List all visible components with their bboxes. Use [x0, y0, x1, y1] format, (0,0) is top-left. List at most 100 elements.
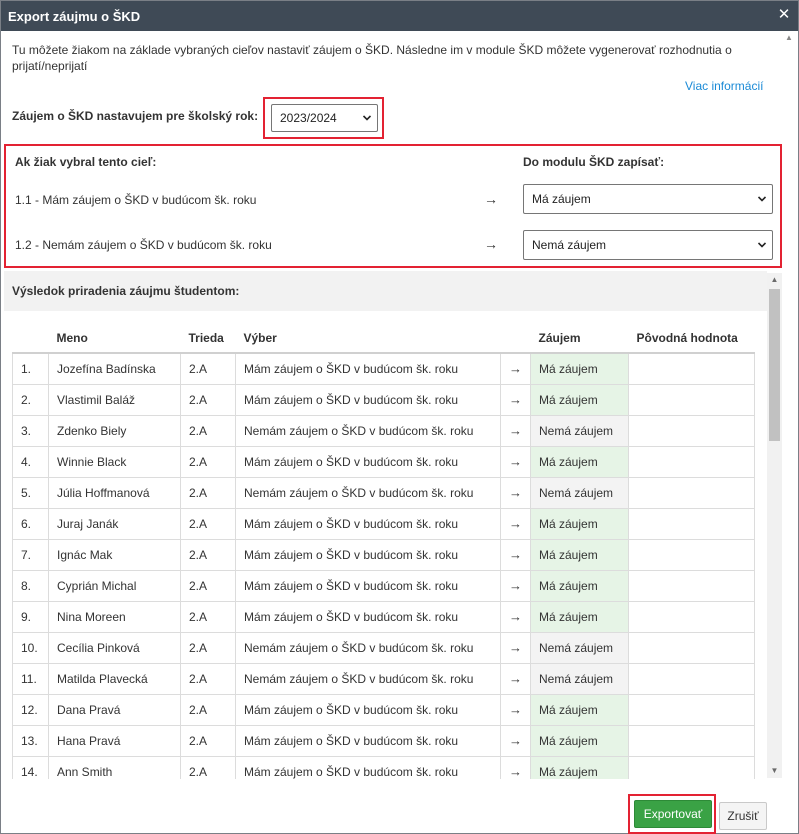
student-interest: Má záujem	[530, 353, 629, 385]
goal-target-value-2: Nemá záujem	[532, 238, 607, 252]
original-value	[628, 384, 755, 416]
student-interest: Má záujem	[530, 694, 629, 726]
student-class: 2.A	[180, 725, 236, 757]
arrow-right-icon: →	[500, 756, 531, 779]
student-class: 2.A	[180, 508, 236, 540]
col-original-header: Pôvodná hodnota	[628, 311, 755, 354]
student-choice: Mám záujem o ŠKD v budúcom šk. roku	[235, 353, 501, 385]
target-header: Do modulu ŠKD zapísať:	[523, 155, 665, 169]
row-number: 6.	[12, 508, 49, 540]
col-interest-header: Záujem	[530, 311, 629, 354]
table-row: 1. Jozefína Badínska 2.A Mám záujem o ŠKD v…	[12, 353, 755, 385]
student-name: Juraj Janák	[48, 508, 181, 540]
export-button[interactable]: Exportovať	[634, 800, 712, 828]
arrow-right-icon: →	[500, 353, 531, 385]
scrollbar-thumb[interactable]	[769, 289, 780, 441]
school-year-label: Záujem o ŠKD nastavujem pre školský rok:	[12, 109, 259, 123]
table-row: 3. Zdenko Biely 2.A Nemám záujem o ŠKD v bu…	[12, 415, 755, 447]
table-row: 12. Dana Pravá 2.A Mám záujem o ŠKD v budúc…	[12, 694, 755, 726]
original-value	[628, 477, 755, 509]
student-choice: Nemám záujem o ŠKD v budúcom šk. roku	[235, 632, 501, 664]
arrow-right-icon: →	[500, 415, 531, 447]
col-number-header	[12, 311, 49, 354]
student-interest: Nemá záujem	[530, 632, 629, 664]
student-interest: Nemá záujem	[530, 477, 629, 509]
student-name: Hana Pravá	[48, 725, 181, 757]
student-choice: Nemám záujem o ŠKD v budúcom šk. roku	[235, 663, 501, 695]
arrow-right-icon: →	[500, 446, 531, 478]
goal-target-select-2[interactable]: Nemá záujem	[523, 230, 773, 260]
more-info-link[interactable]: Viac informácií	[685, 79, 763, 93]
close-icon[interactable]: ✕	[777, 7, 791, 23]
result-table-body: 1. Jozefína Badínska 2.A Mám záujem o ŠKD v…	[12, 353, 755, 779]
dialog-scroll-up-icon[interactable]: ▲	[785, 34, 794, 47]
student-interest: Má záujem	[530, 570, 629, 602]
result-title: Výsledok priradenia záujmu študentom:	[12, 284, 240, 298]
goal-target-select-1[interactable]: Má záujem	[523, 184, 773, 214]
student-class: 2.A	[180, 415, 236, 447]
student-interest: Má záujem	[530, 508, 629, 540]
student-name: Vlastimil Baláž	[48, 384, 181, 416]
original-value	[628, 446, 755, 478]
original-value	[628, 601, 755, 633]
student-interest: Má záujem	[530, 539, 629, 571]
student-class: 2.A	[180, 353, 236, 385]
student-interest: Má záujem	[530, 725, 629, 757]
result-header-bar: Výsledok priradenia záujmu študentom:	[4, 271, 767, 311]
student-interest: Má záujem	[530, 756, 629, 779]
arrow-right-icon: →	[500, 694, 531, 726]
arrow-right-icon: →	[500, 384, 531, 416]
row-number: 7.	[12, 539, 49, 571]
cancel-button[interactable]: Zrušiť	[719, 802, 767, 830]
arrow-right-icon: →	[484, 191, 498, 207]
student-class: 2.A	[180, 694, 236, 726]
chevron-down-icon	[363, 115, 371, 121]
student-choice: Mám záujem o ŠKD v budúcom šk. roku	[235, 725, 501, 757]
scroll-down-icon[interactable]: ▼	[767, 764, 782, 778]
school-year-select[interactable]: 2023/2024	[271, 104, 378, 132]
original-value	[628, 570, 755, 602]
intro-text: Tu môžete žiakom na základe vybraných ci…	[12, 43, 732, 73]
table-row: 2. Vlastimil Baláž 2.A Mám záujem o ŠKD v b…	[12, 384, 755, 416]
original-value	[628, 539, 755, 571]
arrow-right-icon: →	[500, 477, 531, 509]
goal-mapping-section: Ak žiak vybral tento cieľ: Do modulu ŠKD…	[4, 144, 782, 268]
row-number: 8.	[12, 570, 49, 602]
school-year-highlight: 2023/2024	[263, 97, 384, 139]
student-class: 2.A	[180, 601, 236, 633]
table-scrollbar[interactable]: ▲ ▼	[767, 273, 782, 778]
student-name: Cecília Pinková	[48, 632, 181, 664]
goal-label-2: 1.2 - Nemám záujem o ŠKD v budúcom šk. r…	[15, 238, 272, 252]
student-interest: Má záujem	[530, 384, 629, 416]
table-row: 4. Winnie Black 2.A Mám záujem o ŠKD v budú…	[12, 446, 755, 478]
row-number: 1.	[12, 353, 49, 385]
row-number: 13.	[12, 725, 49, 757]
student-interest: Nemá záujem	[530, 415, 629, 447]
table-row: 9. Nina Moreen 2.A Mám záujem o ŠKD v budúc…	[12, 601, 755, 633]
original-value	[628, 353, 755, 385]
table-row: 7. Ignác Mak 2.A Mám záujem o ŠKD v budúcom…	[12, 539, 755, 571]
export-dialog: Export záujmu o ŠKD ✕ ▲ Tu môžete žiakom…	[0, 0, 799, 834]
scroll-up-icon[interactable]: ▲	[767, 273, 782, 287]
row-number: 14.	[12, 756, 49, 779]
student-choice: Mám záujem o ŠKD v budúcom šk. roku	[235, 694, 501, 726]
student-name: Ignác Mak	[48, 539, 181, 571]
arrow-right-icon: →	[500, 539, 531, 571]
arrow-right-icon: →	[500, 663, 531, 695]
export-button-highlight: Exportovať	[628, 794, 716, 834]
result-table-container[interactable]: Meno Trieda Výber Záujem Pôvodná hodnota…	[12, 311, 767, 779]
table-row: 14. Ann Smith 2.A Mám záujem o ŠKD v budúco…	[12, 756, 755, 779]
student-interest: Má záujem	[530, 446, 629, 478]
arrow-right-icon: →	[500, 570, 531, 602]
row-number: 11.	[12, 663, 49, 695]
student-choice: Mám záujem o ŠKD v budúcom šk. roku	[235, 601, 501, 633]
student-choice: Mám záujem o ŠKD v budúcom šk. roku	[235, 570, 501, 602]
row-number: 9.	[12, 601, 49, 633]
row-number: 10.	[12, 632, 49, 664]
goal-header: Ak žiak vybral tento cieľ:	[15, 155, 157, 169]
row-number: 2.	[12, 384, 49, 416]
arrow-right-icon: →	[500, 601, 531, 633]
col-arrow-header	[500, 311, 531, 354]
student-choice: Nemám záujem o ŠKD v budúcom šk. roku	[235, 415, 501, 447]
dialog-titlebar: Export záujmu o ŠKD ✕	[1, 1, 798, 31]
